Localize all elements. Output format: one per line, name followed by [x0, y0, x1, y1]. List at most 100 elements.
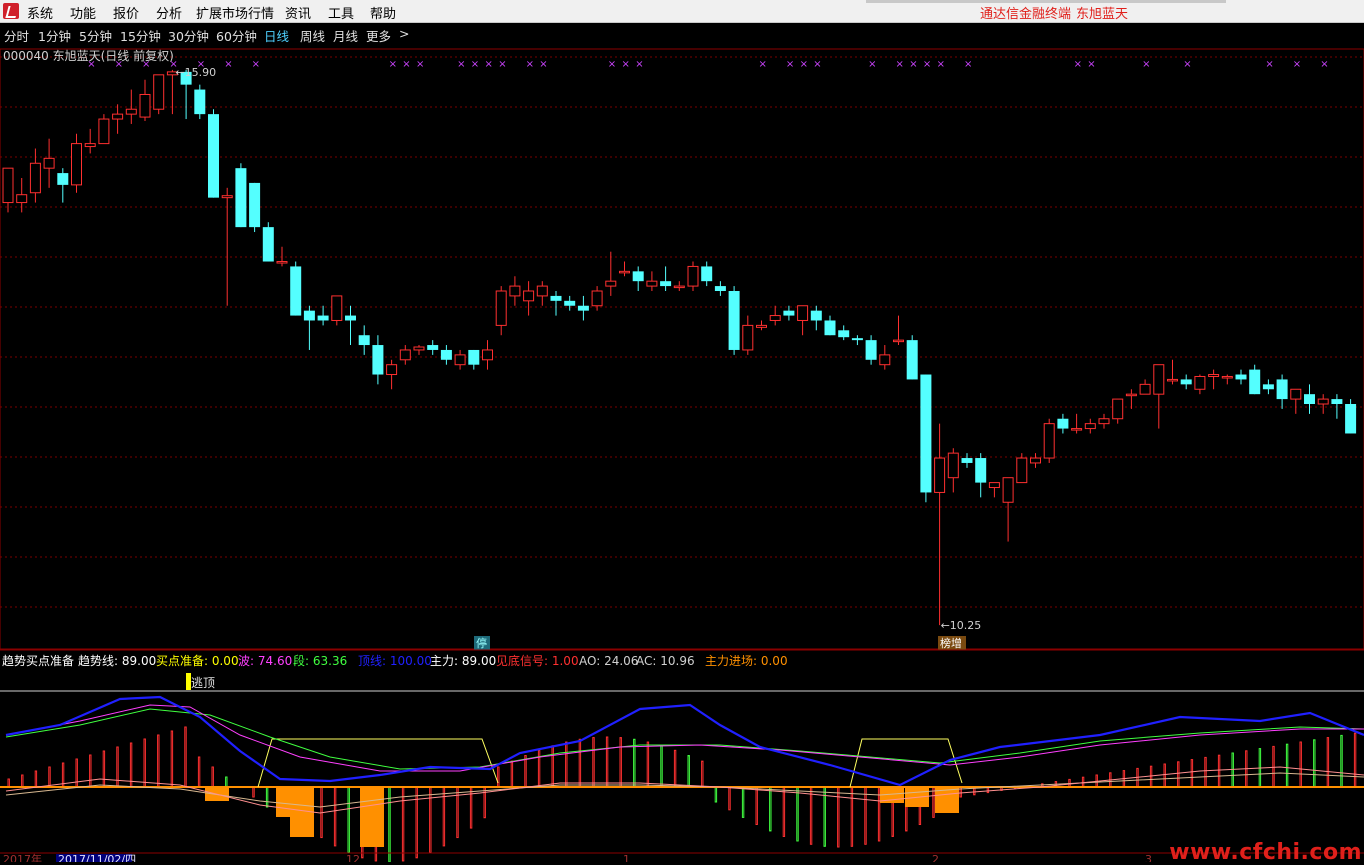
candle: [536, 281, 548, 306]
candle-body: [1221, 375, 1233, 379]
menu-function[interactable]: 功能: [70, 3, 96, 22]
candle: [427, 340, 439, 355]
signal-x-marker: ×: [498, 59, 506, 70]
histogram-bar: [211, 766, 214, 788]
histogram-bar: [7, 778, 10, 788]
histogram-bar: [932, 786, 935, 818]
candle: [879, 345, 891, 370]
candle-body: [345, 315, 356, 321]
candle-body: [1194, 375, 1206, 390]
candle: [440, 345, 452, 365]
candle-body: [619, 270, 630, 274]
histogram-bar: [333, 786, 337, 847]
menu-system[interactable]: 系统: [27, 3, 53, 22]
histogram-bar: [21, 774, 24, 788]
high-price-label: ←15.90: [175, 66, 216, 79]
indicator-header: 趋势买点准备 趋势线: 89.00 买点准备: 0.00 波: 74.60 段: 63.…: [2, 653, 788, 668]
candle-body: [482, 349, 493, 361]
kline-chart-area[interactable]: 000040 东旭蓝天(日线 前复权) × × × × × × × × × × × × × × × × × × × ×…: [0, 45, 1364, 862]
candle-body: [838, 330, 850, 338]
histogram-bar: [1177, 761, 1180, 788]
period-tab-daily[interactable]: 日线: [264, 26, 289, 45]
more-chevron-icon[interactable]: >: [399, 26, 409, 41]
histogram-bar: [442, 786, 446, 847]
histogram-bar: [197, 756, 201, 788]
candle-body: [29, 162, 41, 194]
candle-body: [509, 285, 521, 297]
period-tab-5min[interactable]: 5分钟: [79, 26, 112, 45]
candle: [673, 281, 685, 291]
brand-label: 通达信金融终端: [980, 7, 1072, 22]
signal-markers: × × × × × × × × × × × × × × × × × × × × × × × × × × × × × × × × × × × ×: [87, 59, 1328, 70]
histogram-bar: [1353, 732, 1357, 788]
period-tab-15min[interactable]: 15分钟: [120, 26, 161, 45]
candle-body: [879, 354, 891, 366]
date-cursor-label: 2017/11/02/四: [58, 853, 136, 862]
histogram-bar: [850, 786, 854, 847]
candle: [112, 104, 124, 134]
menu-tools[interactable]: 工具: [328, 3, 354, 22]
app-logo-icon[interactable]: [3, 3, 19, 19]
candle: [1139, 379, 1151, 395]
histogram-bar: [1204, 756, 1207, 788]
candle-body: [1317, 398, 1329, 405]
candle-body: [1304, 394, 1315, 404]
signal-x-marker: ×: [937, 59, 945, 70]
period-tab-60min[interactable]: 60分钟: [216, 26, 257, 45]
candle-body: [893, 339, 904, 343]
candle: [797, 305, 809, 336]
candle-body: [249, 182, 261, 228]
month-tick-1: 1: [623, 853, 630, 862]
watermark: www.cfchi.com: [1169, 840, 1362, 865]
signal-x-marker: ×: [1074, 59, 1082, 70]
period-tab-30min[interactable]: 30分钟: [168, 26, 209, 45]
candle-body: [1235, 374, 1247, 380]
candle: [1317, 394, 1329, 414]
menu-extended-market[interactable]: 扩展市场行情: [196, 3, 274, 22]
period-tab-more[interactable]: 更多: [366, 26, 391, 45]
candle: [1043, 418, 1055, 463]
histogram-bar: [728, 786, 731, 811]
signal-x-marker: ×: [252, 59, 260, 70]
menu-news[interactable]: 资讯: [285, 3, 311, 22]
period-tab-weekly[interactable]: 周线: [300, 26, 325, 45]
candle: [1276, 374, 1288, 409]
menu-quote[interactable]: 报价: [113, 3, 139, 22]
histogram-bar: [252, 786, 255, 798]
histogram-bar: [497, 766, 500, 788]
period-tab-1min[interactable]: 1分钟: [38, 26, 71, 45]
candle: [1345, 399, 1357, 434]
candle-body: [427, 345, 439, 350]
candle-body: [1125, 393, 1137, 397]
indicator-value: AC: 10.96: [636, 654, 695, 668]
histogram-bar: [75, 758, 78, 788]
signal-x-marker: ×: [608, 59, 616, 70]
menu-analysis[interactable]: 分析: [156, 3, 182, 22]
histogram-bar: [1231, 752, 1234, 788]
signal-x-marker: ×: [868, 59, 876, 70]
histogram-bar: [741, 786, 745, 818]
period-tab-timeshare[interactable]: 分时: [4, 26, 29, 45]
histogram-bar: [782, 786, 786, 837]
histogram-bar: [401, 786, 405, 862]
candle-body: [139, 93, 151, 118]
histogram-bar: [170, 730, 174, 788]
histogram-bar: [1149, 765, 1153, 788]
candle: [975, 453, 987, 498]
signal-x-marker: ×: [909, 59, 917, 70]
candle-body: [98, 118, 110, 145]
candle-body: [714, 286, 726, 291]
signal-x-marker: ×: [1183, 59, 1191, 70]
candle: [495, 286, 507, 336]
candle: [1194, 374, 1206, 395]
signal-x-marker: ×: [402, 59, 410, 70]
histogram-bar: [1163, 763, 1166, 788]
period-tab-monthly[interactable]: 月线: [333, 26, 358, 45]
candle-body: [646, 280, 658, 287]
histogram-bar: [415, 786, 418, 859]
candle-body: [16, 194, 28, 204]
menu-help[interactable]: 帮助: [370, 3, 396, 22]
candle-body: [632, 271, 644, 282]
candle: [742, 315, 754, 355]
candle: [509, 276, 521, 306]
